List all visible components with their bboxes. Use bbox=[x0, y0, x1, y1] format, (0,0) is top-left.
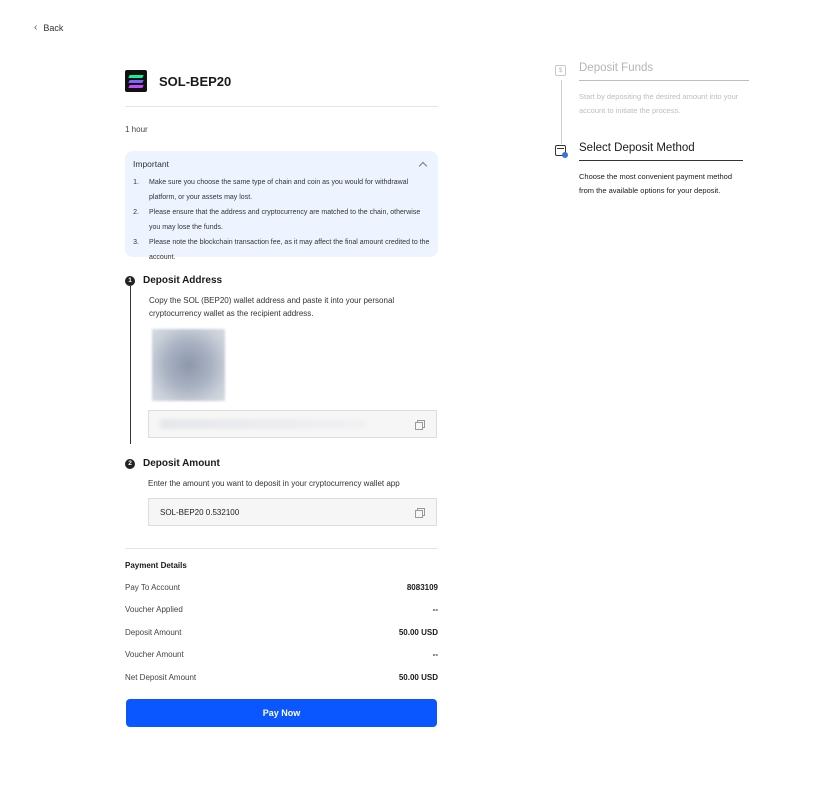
deposit-panel: SOL-BEP20 1 hour Important 1. Make sure … bbox=[125, 68, 438, 727]
deposit-amount-section: Enter the amount you want to deposit in … bbox=[125, 469, 438, 526]
copy-icon[interactable] bbox=[415, 419, 425, 430]
deposit-address-desc: Copy the SOL (BEP20) wallet address and … bbox=[149, 296, 395, 318]
payment-rows: Pay To Account 8083109 Voucher Applied -… bbox=[125, 576, 438, 689]
sidebar-step-desc: Choose the most convenient payment metho… bbox=[579, 172, 733, 195]
list-item: 2. Please ensure that the address and cr… bbox=[133, 209, 421, 231]
deposit-address-section: Copy the SOL (BEP20) wallet address and … bbox=[130, 286, 438, 444]
list-item: 1. Make sure you choose the same type of… bbox=[133, 179, 409, 201]
dollar-icon: $ bbox=[555, 65, 566, 76]
step-connector bbox=[561, 80, 562, 144]
chevron-up-icon[interactable] bbox=[418, 161, 428, 170]
table-row: Voucher Amount -- bbox=[125, 650, 438, 660]
deposit-amount-value: SOL-BEP20 0.532100 bbox=[160, 507, 240, 517]
step-title: Deposit Amount bbox=[143, 458, 220, 469]
payment-divider bbox=[125, 548, 438, 549]
deposit-amount-heading: 2 Deposit Amount bbox=[125, 458, 438, 469]
deposit-amount-desc: Enter the amount you want to deposit in … bbox=[148, 479, 400, 488]
important-title: Important bbox=[133, 159, 169, 169]
payment-details-title: Payment Details bbox=[125, 561, 187, 570]
table-row: Pay To Account 8083109 bbox=[125, 582, 438, 592]
pay-now-button[interactable]: Pay Now bbox=[126, 698, 437, 727]
step-number-badge: 2 bbox=[125, 458, 135, 469]
step-title: Deposit Address bbox=[143, 275, 223, 286]
solana-logo-icon bbox=[125, 70, 147, 92]
sidebar-step-deposit-funds: $ Deposit Funds Start by depositing the … bbox=[555, 62, 755, 144]
payment-method-icon bbox=[555, 145, 568, 158]
header-divider bbox=[125, 106, 438, 107]
processing-time: 1 hour bbox=[125, 125, 148, 134]
coin-title: SOL-BEP20 bbox=[159, 73, 232, 89]
back-link[interactable]: ‹ Back bbox=[34, 22, 63, 33]
important-header[interactable]: Important bbox=[133, 159, 430, 170]
deposit-address-heading: 1 Deposit Address bbox=[125, 275, 438, 286]
table-row: Net Deposit Amount 50.00 USD bbox=[125, 672, 438, 682]
payment-details: Payment Details Pay To Account 8083109 V… bbox=[125, 548, 438, 727]
sidebar-step-select-method: Select Deposit Method Choose the most co… bbox=[555, 142, 755, 197]
deposit-steps-sidebar: $ Deposit Funds Start by depositing the … bbox=[555, 62, 755, 197]
deposit-amount-field[interactable]: SOL-BEP20 0.532100 bbox=[148, 498, 437, 526]
table-row: Voucher Applied -- bbox=[125, 605, 438, 615]
sidebar-step-desc: Start by depositing the desired amount i… bbox=[579, 92, 739, 115]
important-notice: Important 1. Make sure you choose the sa… bbox=[125, 151, 438, 261]
copy-icon[interactable] bbox=[415, 507, 425, 518]
wallet-address-field[interactable] bbox=[148, 410, 437, 438]
chevron-left-icon: ‹ bbox=[34, 22, 38, 33]
qr-code bbox=[152, 329, 225, 401]
list-item: 3. Please note the blockchain transactio… bbox=[133, 239, 430, 261]
wallet-address-value bbox=[160, 419, 367, 429]
sidebar-step-title: Deposit Funds bbox=[579, 62, 749, 81]
important-list: 1. Make sure you choose the same type of… bbox=[133, 175, 430, 265]
coin-header: SOL-BEP20 bbox=[125, 68, 438, 94]
table-row: Deposit Amount 50.00 USD bbox=[125, 627, 438, 637]
sidebar-step-title: Select Deposit Method bbox=[579, 142, 743, 161]
back-label: Back bbox=[43, 22, 64, 33]
step-number-badge: 1 bbox=[125, 275, 135, 286]
